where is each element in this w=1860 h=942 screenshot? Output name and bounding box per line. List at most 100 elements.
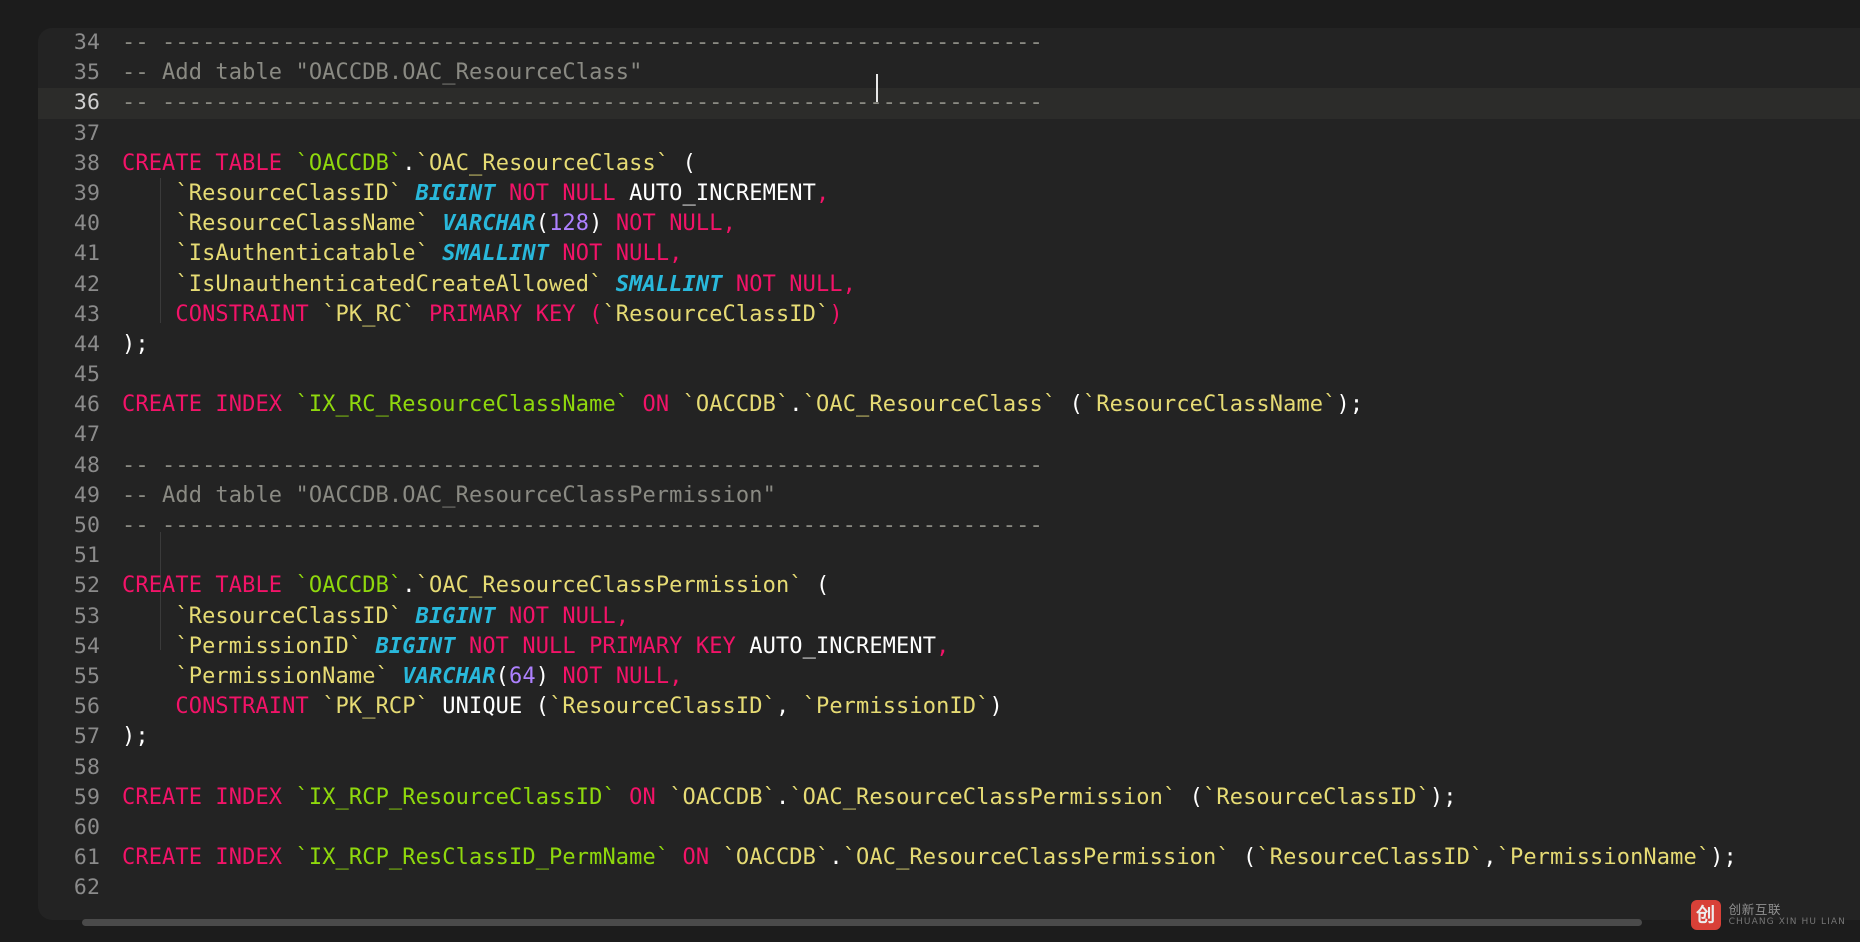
code-token: `OACCDB` [296,573,403,598]
text-caret [876,74,878,102]
code-token: `OAC_ResourceClass` [416,151,670,176]
code-token: CREATE TABLE [122,573,296,598]
code-line-text: `IsAuthenticatable` SMALLINT NOT NULL, [122,239,683,269]
code-line-text [122,813,135,843]
code-line[interactable]: 42 `IsUnauthenticatedCreateAllowed` SMAL… [38,270,1860,300]
line-number: 52 [38,571,122,601]
code-token: ON [629,392,682,417]
code-token: OACCDB [309,151,389,176]
code-token: UNIQUE ( [429,694,549,719]
horizontal-scrollbar-thumb[interactable] [82,919,1642,926]
code-token: CONSTRAINT [122,694,322,719]
code-token: PRIMARY KEY ( [416,302,603,327]
code-token: ( [1230,845,1257,870]
code-editor-panel[interactable]: 34-- -----------------------------------… [38,28,1860,920]
code-token: `ResourceClassID` [1203,785,1430,810]
code-line[interactable]: 56 CONSTRAINT `PK_RCP` UNIQUE (`Resource… [38,692,1860,722]
code-token: BIGINT [416,181,496,206]
line-number: 44 [38,330,122,360]
code-line[interactable]: 54 `PermissionID` BIGINT NOT NULL PRIMAR… [38,632,1860,662]
code-line[interactable]: 48-- -----------------------------------… [38,451,1860,481]
line-number: 60 [38,813,122,843]
code-line[interactable]: 39 `ResourceClassID` BIGINT NOT NULL AUT… [38,179,1860,209]
code-token: BIGINT [376,634,456,659]
code-line-text: CREATE TABLE `OACCDB`.`OAC_ResourceClass… [122,571,829,601]
code-line[interactable]: 35-- Add table "OACCDB.OAC_ResourceClass… [38,58,1860,88]
horizontal-scrollbar-track[interactable] [38,926,1860,934]
code-token: NOT NULL, [602,211,735,236]
code-token: NOT NULL PRIMARY KEY [456,634,750,659]
code-token: VARCHAR [402,664,495,689]
code-line-text: ); [122,722,149,752]
code-token: . [829,845,842,870]
editor-left-margin [0,0,38,942]
code-token: ) [829,302,842,327]
code-token: `PK_RCP` [322,694,429,719]
code-token: , [776,694,803,719]
code-token: , [816,181,829,206]
code-token: `ResourceClassID` [602,302,829,327]
code-line-text: `ResourceClassID` BIGINT NOT NULL AUTO_I… [122,179,829,209]
code-token: BIGINT [416,604,496,629]
code-line[interactable]: 44); [38,330,1860,360]
code-line[interactable]: 49-- Add table "OACCDB.OAC_ResourceClass… [38,481,1860,511]
code-token: NOT NULL, [496,604,629,629]
code-line[interactable]: 57); [38,722,1860,752]
code-token: `OACCDB` [723,845,830,870]
code-token: ON [669,845,722,870]
line-number: 40 [38,209,122,239]
code-token: -- -------------------------------------… [122,513,1043,538]
line-number: 61 [38,843,122,873]
line-number: 54 [38,632,122,662]
code-line[interactable]: 58 [38,753,1860,783]
code-line[interactable]: 52CREATE TABLE `OACCDB`.`OAC_ResourceCla… [38,571,1860,601]
line-number: 37 [38,119,122,149]
code-line[interactable]: 61CREATE INDEX `IX_RCP_ResClassID_PermNa… [38,843,1860,873]
code-line[interactable]: 51 [38,541,1860,571]
code-token: . [776,785,789,810]
code-line[interactable]: 38CREATE TABLE `OACCDB`.`OAC_ResourceCla… [38,149,1860,179]
code-line[interactable]: 47 [38,420,1860,450]
code-line-text: ); [122,330,149,360]
code-line-text: `PermissionID` BIGINT NOT NULL PRIMARY K… [122,632,949,662]
code-line[interactable]: 60 [38,813,1860,843]
code-content[interactable]: 34-- -----------------------------------… [38,28,1860,920]
code-line[interactable]: 40 `ResourceClassName` VARCHAR(128) NOT … [38,209,1860,239]
line-number: 58 [38,753,122,783]
code-line[interactable]: 41 `IsAuthenticatable` SMALLINT NOT NULL… [38,239,1860,269]
line-number: 57 [38,722,122,752]
code-token: VARCHAR [442,211,535,236]
line-number: 56 [38,692,122,722]
code-line[interactable]: 46CREATE INDEX `IX_RC_ResourceClassName`… [38,390,1860,420]
code-editor-screen: 34-- -----------------------------------… [0,0,1860,942]
code-line[interactable]: 34-- -----------------------------------… [38,28,1860,58]
code-token: ( [803,573,830,598]
code-token: -- -------------------------------------… [122,90,1043,115]
code-token: `PermissionName` [1497,845,1711,870]
code-token: SMALLINT [442,241,549,266]
code-line[interactable]: 37 [38,119,1860,149]
code-line-text: CREATE INDEX `IX_RCP_ResClassID_PermName… [122,843,1737,873]
code-token: AUTO_INCREMENT [616,181,816,206]
code-line-text: CREATE INDEX `IX_RCP_ResourceClassID` ON… [122,783,1457,813]
code-line[interactable]: 45 [38,360,1860,390]
code-token: ) [536,664,549,689]
code-line[interactable]: 50-- -----------------------------------… [38,511,1860,541]
code-line[interactable]: 36-- -----------------------------------… [38,88,1860,118]
code-line[interactable]: 43 CONSTRAINT `PK_RC` PRIMARY KEY (`Reso… [38,300,1860,330]
line-number: 45 [38,360,122,390]
code-line[interactable]: 55 `PermissionName` VARCHAR(64) NOT NULL… [38,662,1860,692]
code-token: CREATE TABLE [122,151,296,176]
code-token: `OAC_ResourceClassPermission` [789,785,1176,810]
code-token: -- Add table "OACCDB.OAC_ResourceClass" [122,60,642,85]
code-line[interactable]: 62 [38,873,1860,903]
code-line-text: -- -------------------------------------… [122,28,1043,58]
code-token: ); [122,332,149,357]
code-token: ON [616,785,669,810]
code-token: NOT NULL, [549,241,682,266]
code-token: CREATE INDEX [122,785,296,810]
code-token: `ResourceClassID` [549,694,776,719]
code-line[interactable]: 59CREATE INDEX `IX_RCP_ResourceClassID` … [38,783,1860,813]
code-line-text [122,360,135,390]
code-line[interactable]: 53 `ResourceClassID` BIGINT NOT NULL, [38,602,1860,632]
